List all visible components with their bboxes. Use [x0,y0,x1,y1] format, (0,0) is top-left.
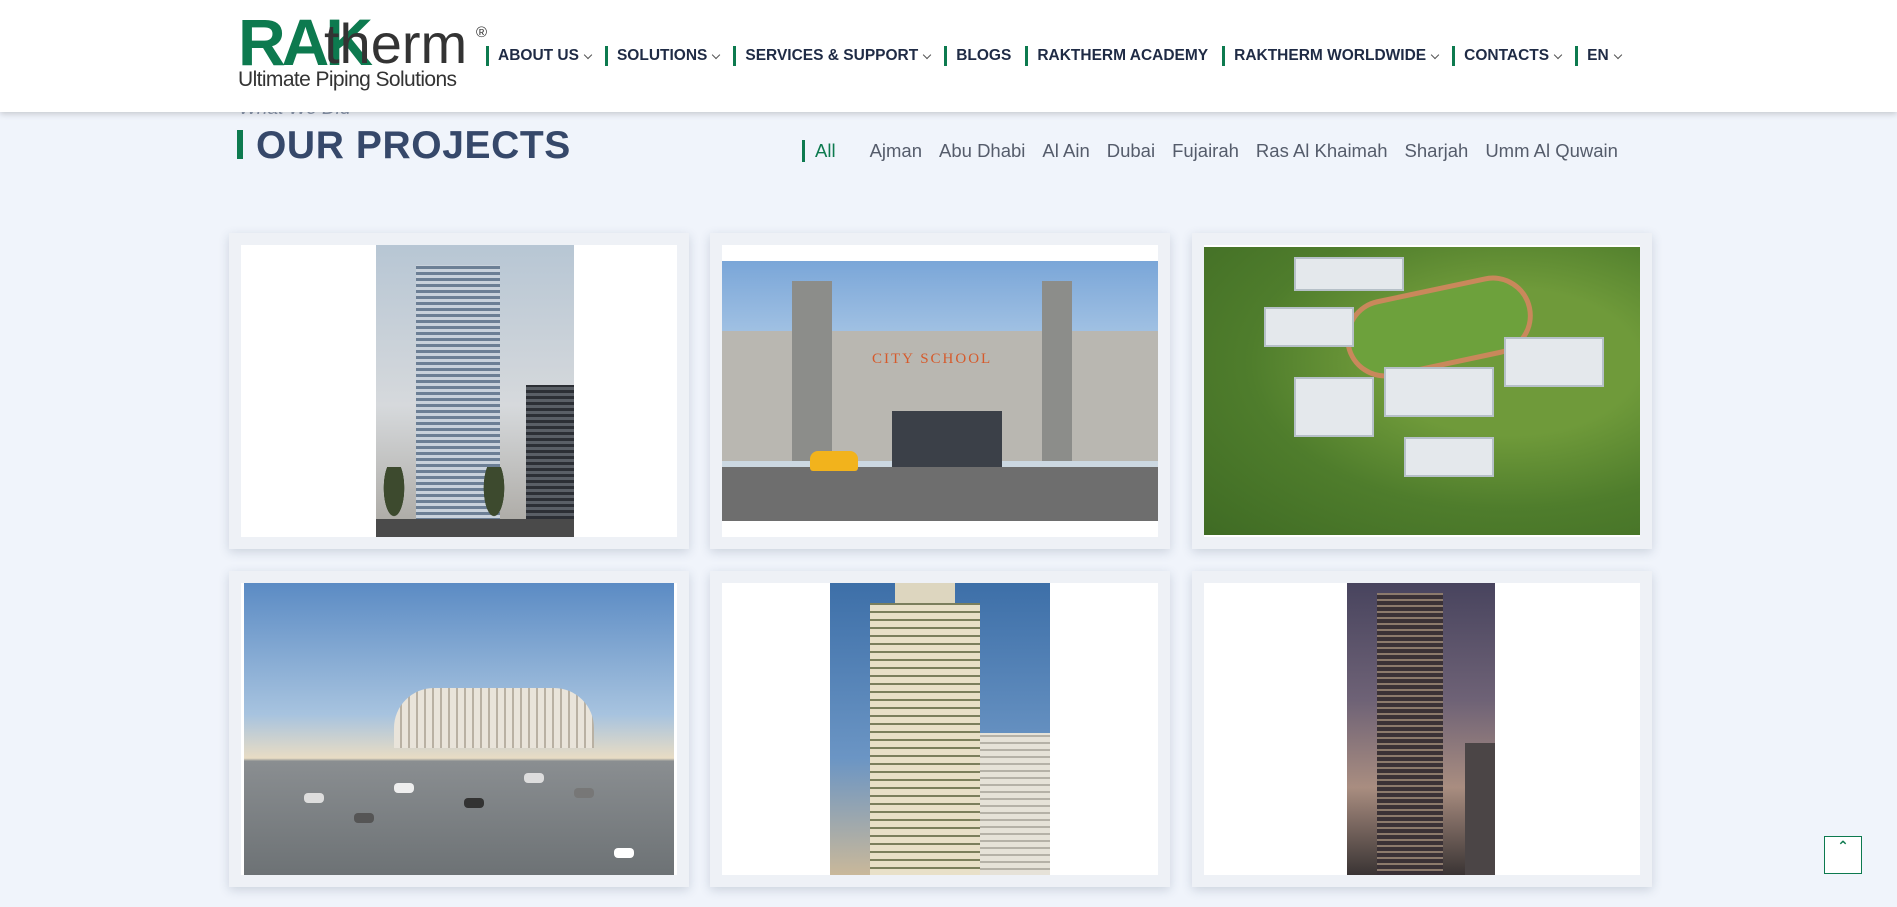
filter-ras-al-khaimah[interactable]: Ras Al Khaimah [1256,140,1388,162]
nav-services-support[interactable]: SERVICES & SUPPORT [733,46,932,66]
nav-raktherm-worldwide[interactable]: RAKTHERM WORLDWIDE [1222,46,1440,66]
filter-umm-al-quwain[interactable]: Umm Al Quwain [1485,140,1618,162]
side-building [526,385,574,537]
card-inner [241,583,677,875]
campus-building [1504,337,1604,387]
cream-tower-photo [830,583,1050,875]
project-card[interactable] [1192,571,1652,887]
car [810,451,858,471]
campus-building [1384,367,1494,417]
filter-dubai[interactable]: Dubai [1107,140,1155,162]
logo-tagline: Ultimate Piping Solutions [238,68,457,91]
campus-building [1294,257,1404,291]
raktherm-logo[interactable]: RAK therm ® Ultimate Piping Solutions [238,9,492,94]
nav-contacts[interactable]: CONTACTS [1452,46,1563,66]
site-header: RAK therm ® Ultimate Piping Solutions AB… [0,0,1897,112]
nav-solutions[interactable]: SOLUTIONS [604,46,721,66]
title-accent-bar [237,130,243,159]
car [304,793,324,803]
chevron-down-icon [583,50,593,59]
card-inner [1204,245,1640,537]
card-inner: CITY SCHOOL [722,245,1158,537]
chevron-down-icon [922,50,932,59]
side-building [1465,743,1495,875]
car [394,783,414,793]
filter-fujairah[interactable]: Fujairah [1172,140,1239,162]
mall-building [394,688,594,748]
filter-all[interactable]: All [802,140,836,162]
tower-building [870,603,980,875]
campus-building [1264,307,1354,347]
nav-label: RAKTHERM ACADEMY [1037,47,1209,64]
school-entrance [892,411,1002,467]
facade-fin [792,281,832,461]
nav-blogs[interactable]: BLOGS [944,46,1011,66]
card-inner [241,245,677,537]
project-card[interactable]: CITY SCHOOL [710,233,1170,549]
filter-sharjah[interactable]: Sharjah [1405,140,1469,162]
facade-fin [1042,281,1072,461]
campus-aerial-photo [1204,247,1640,535]
logo-word: therm [324,12,468,75]
school-sign: CITY SCHOOL [872,351,993,367]
car [464,798,484,808]
car [354,813,374,823]
side-building [980,733,1050,875]
filter-abu-dhabi[interactable]: Abu Dhabi [939,140,1025,162]
double-chevron-up-icon: ⌃ [1837,838,1849,854]
registered-mark: ® [476,24,488,41]
car [574,788,594,798]
project-filters: All Ajman Abu Dhabi Al Ain Dubai Fujaira… [802,140,1635,162]
car [614,848,634,858]
card-inner [722,583,1158,875]
nav-label: ABOUT US [498,47,579,64]
card-inner [1204,583,1640,875]
chevron-down-icon [1430,50,1440,59]
nav-about-us[interactable]: ABOUT US [486,46,593,66]
nav-raktherm-academy[interactable]: RAKTHERM ACADEMY [1025,46,1208,66]
project-card[interactable] [710,571,1170,887]
nav-label: RAKTHERM WORLDWIDE [1234,47,1427,64]
chevron-down-icon [1613,50,1622,59]
road [722,467,1158,521]
language-label: EN [1587,47,1609,64]
dusk-tower-rendering [1347,583,1495,875]
mall-rendering [244,583,674,875]
nav-label: SOLUTIONS [616,47,708,64]
nav-label: BLOGS [956,47,1012,64]
campus-building [1294,377,1374,437]
filter-al-ain[interactable]: Al Ain [1042,140,1089,162]
page-title: OUR PROJECTS [256,124,571,167]
main-nav: ABOUT US SOLUTIONS SERVICES & SUPPORT BL… [486,44,1635,68]
chevron-down-icon [1553,50,1563,59]
filter-ajman[interactable]: Ajman [870,140,922,162]
project-card[interactable] [1192,233,1652,549]
back-to-top-button[interactable]: ⌃ [1824,836,1862,874]
project-card[interactable] [229,233,689,549]
campus-building [1404,437,1494,477]
street [376,519,574,537]
car [524,773,544,783]
project-card[interactable] [229,571,689,887]
chevron-down-icon [712,50,721,59]
language-selector[interactable]: EN [1575,46,1622,66]
tower-building [1377,593,1443,875]
school-photo: CITY SCHOOL [722,261,1158,521]
tower-photo [376,245,574,537]
nav-label: SERVICES & SUPPORT [745,47,919,64]
nav-label: CONTACTS [1464,47,1550,64]
